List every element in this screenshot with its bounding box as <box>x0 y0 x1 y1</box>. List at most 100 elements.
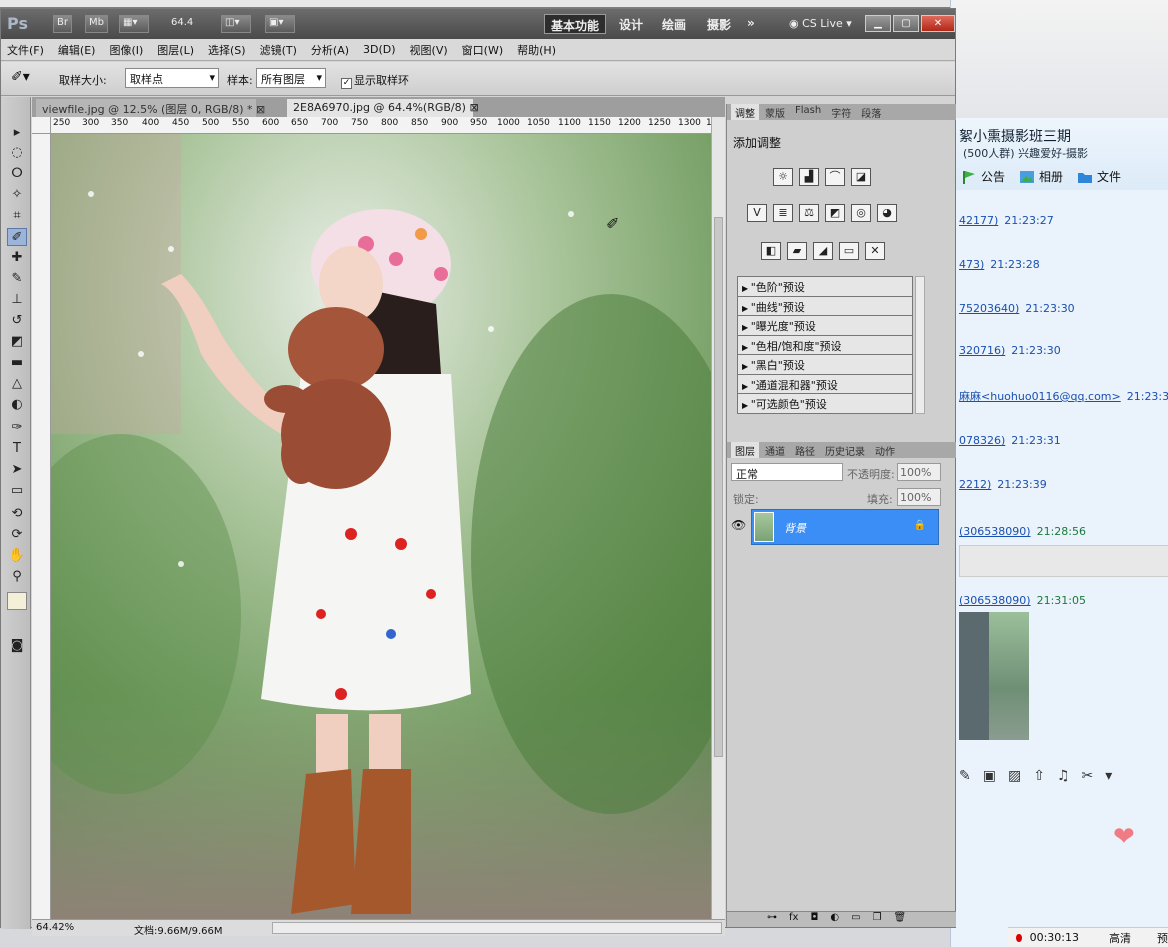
cs-live-button[interactable]: ◉ CS Live ▾ <box>789 17 852 30</box>
tab-history[interactable]: 历史记录 <box>821 442 869 458</box>
menu-edit[interactable]: 编辑(E) <box>58 42 96 58</box>
tab-character[interactable]: 字符 <box>827 104 855 120</box>
shape-tool-icon[interactable]: ▭ <box>7 482 27 500</box>
selective-color-icon[interactable]: ✕ <box>865 242 885 260</box>
menu-help[interactable]: 帮助(H) <box>517 42 556 58</box>
preset-black-white[interactable]: "黑白"预设 <box>738 355 912 375</box>
qq-tab-album[interactable]: 相册 <box>1019 168 1063 185</box>
delete-layer-icon[interactable]: 🗑 <box>894 912 907 927</box>
link-layers-icon[interactable]: ⊶ <box>767 912 777 927</box>
exposure-icon[interactable]: ◪ <box>851 168 871 186</box>
tab-2e8a6970[interactable]: 2E8A6970.jpg @ 64.4%(RGB/8) ⊠ <box>287 99 479 117</box>
pen-tool-icon[interactable]: ✑ <box>7 419 27 437</box>
brush-tool-icon[interactable]: ✎ <box>7 270 27 288</box>
preset-levels[interactable]: "色阶"预设 <box>738 277 912 297</box>
chat-screenshot-thumbnail[interactable] <box>959 545 1168 577</box>
vibrance-icon[interactable]: V <box>747 204 767 222</box>
eyedropper-tool-icon[interactable]: ✐ <box>7 228 27 246</box>
menu-image[interactable]: 图像(I) <box>109 42 143 58</box>
quick-mask-icon[interactable]: ◙ <box>7 637 27 655</box>
tab-adjustments[interactable]: 调整 <box>731 104 759 120</box>
threshold-icon[interactable]: ◢ <box>813 242 833 260</box>
fill-input[interactable]: 100% <box>897 488 941 506</box>
photo-filter-icon[interactable]: ◎ <box>851 204 871 222</box>
preset-exposure[interactable]: "曝光度"预设 <box>738 316 912 336</box>
qq-tab-files[interactable]: 文件 <box>1077 168 1121 185</box>
arrange-documents-icon[interactable]: ◫▾ <box>221 15 251 33</box>
chat-image-thumbnail[interactable] <box>959 612 1029 740</box>
minibridge-button[interactable]: Mb <box>85 15 108 33</box>
close-tab-icon[interactable]: ⊠ <box>469 101 478 114</box>
tab-paragraph[interactable]: 段落 <box>857 104 885 120</box>
stamp-tool-icon[interactable]: ⊥ <box>7 291 27 309</box>
tab-layers[interactable]: 图层 <box>731 442 759 458</box>
eraser-tool-icon[interactable]: ◩ <box>7 333 27 351</box>
qq-tab-announcement[interactable]: 公告 <box>961 168 1005 185</box>
path-select-icon[interactable]: ➤ <box>7 461 27 479</box>
tab-flash[interactable]: Flash <box>791 104 825 120</box>
presets-scrollbar[interactable] <box>915 276 925 414</box>
brightness-icon[interactable]: ☼ <box>773 168 793 186</box>
preset-hue-saturation[interactable]: "色相/饱和度"预设 <box>738 336 912 355</box>
preset-curves[interactable]: "曲线"预设 <box>738 297 912 316</box>
menu-layer[interactable]: 图层(L) <box>157 42 194 58</box>
type-tool-icon[interactable]: T <box>7 440 27 458</box>
visibility-eye-icon[interactable]: 👁 <box>731 518 746 532</box>
channel-mixer-icon[interactable]: ◕ <box>877 204 897 222</box>
vertical-scrollbar[interactable] <box>711 117 725 919</box>
hand-tool-icon[interactable]: ✋ <box>7 547 27 565</box>
marquee-tool-icon[interactable]: ◌ <box>7 144 27 162</box>
workspace-essentials[interactable]: 基本功能 <box>544 14 607 34</box>
black-white-icon[interactable]: ◩ <box>825 204 845 222</box>
menu-window[interactable]: 窗口(W) <box>462 42 503 58</box>
more-icon[interactable]: ▾ <box>1105 768 1112 784</box>
sample-select[interactable]: 所有图层 <box>256 68 326 88</box>
more-workspaces-button[interactable]: » <box>741 14 761 34</box>
minimize-button[interactable]: ▁ <box>865 15 891 32</box>
layer-style-icon[interactable]: fx <box>789 912 798 927</box>
gradient-tool-icon[interactable]: ▬ <box>7 354 27 372</box>
maximize-button[interactable]: ▢ <box>893 15 919 32</box>
image-canvas[interactable]: ✐ <box>51 134 711 919</box>
show-sampling-ring-checkbox[interactable]: ✓ 显示取样环 <box>341 72 409 89</box>
workspace-design[interactable]: 设计 <box>613 14 649 34</box>
screenshot-icon[interactable]: ▣ <box>983 768 996 784</box>
move-tool-icon[interactable]: ▸ <box>7 124 27 142</box>
3d-rotate-icon[interactable]: ⟲ <box>7 505 27 523</box>
color-balance-icon[interactable]: ⚖ <box>799 204 819 222</box>
blend-mode-select[interactable]: 正常 <box>731 463 843 481</box>
tab-masks[interactable]: 蒙版 <box>761 104 789 120</box>
menu-select[interactable]: 选择(S) <box>208 42 246 58</box>
tab-channels[interactable]: 通道 <box>761 442 789 458</box>
tab-paths[interactable]: 路径 <box>791 442 819 458</box>
3d-orbit-icon[interactable]: ⟳ <box>7 526 27 544</box>
new-layer-icon[interactable]: ❐ <box>873 912 882 927</box>
menu-3d[interactable]: 3D(D) <box>363 43 396 56</box>
add-mask-icon[interactable]: ◘ <box>810 912 818 927</box>
foreground-color-swatch[interactable] <box>7 592 27 610</box>
adjustment-layer-icon[interactable]: ◐ <box>830 912 839 927</box>
hue-saturation-icon[interactable]: ≣ <box>773 204 793 222</box>
music-icon[interactable]: ♫ <box>1057 768 1070 784</box>
zoom-readout[interactable]: 64.42% <box>36 922 74 933</box>
quality-button[interactable]: 高清 <box>1109 930 1131 946</box>
layer-background[interactable]: 背景 🔒 <box>751 509 939 545</box>
menu-view[interactable]: 视图(V) <box>410 42 448 58</box>
view-extras-icon[interactable]: ▦▾ <box>119 15 149 33</box>
quick-select-tool-icon[interactable]: ✧ <box>7 186 27 204</box>
opacity-input[interactable]: 100% <box>897 463 941 481</box>
workspace-photography[interactable]: 摄影 <box>701 14 737 34</box>
menu-filter[interactable]: 滤镜(T) <box>260 42 297 58</box>
upload-icon[interactable]: ⇧ <box>1033 768 1045 784</box>
preset-channel-mixer[interactable]: "通道混和器"预设 <box>738 375 912 394</box>
blur-tool-icon[interactable]: △ <box>7 375 27 393</box>
invert-icon[interactable]: ◧ <box>761 242 781 260</box>
menu-file[interactable]: 文件(F) <box>7 42 44 58</box>
workspace-painting[interactable]: 绘画 <box>656 14 692 34</box>
tab-viewfile[interactable]: viewfile.jpg @ 12.5% (图层 0, RGB/8) * ⊠ <box>36 99 265 117</box>
zoom-level-select[interactable]: 64.4 <box>171 17 193 28</box>
zoom-tool-icon[interactable]: ⚲ <box>7 568 27 586</box>
close-tab-icon[interactable]: ⊠ <box>256 103 265 116</box>
screen-mode-icon[interactable]: ▣▾ <box>265 15 295 33</box>
preset-selective-color[interactable]: "可选颜色"预设 <box>738 394 912 414</box>
